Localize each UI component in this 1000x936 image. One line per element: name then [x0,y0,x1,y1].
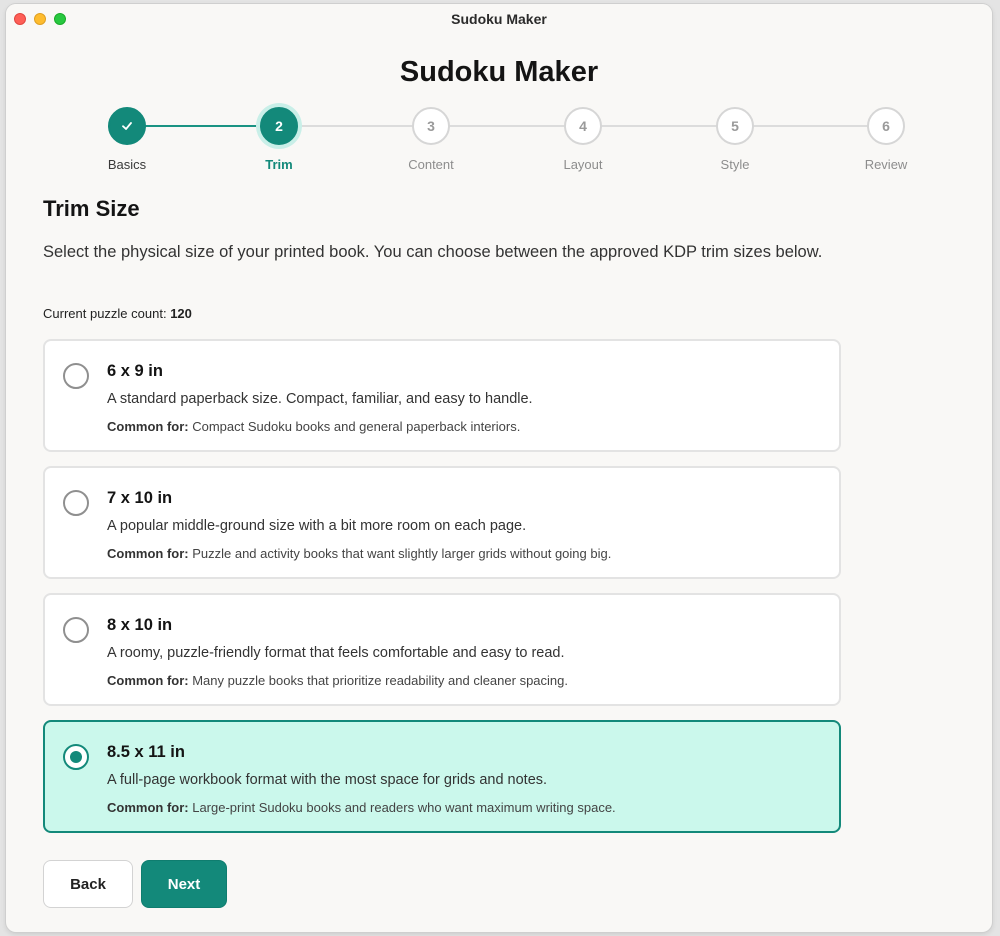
puzzle-count-value: 120 [170,306,192,321]
option-description: A full-page workbook format with the mos… [107,772,548,788]
step-label: Style [720,157,750,172]
common-for-label: Common for: [107,419,189,434]
section-title: Trim Size [43,196,140,221]
step-circle [108,107,146,145]
window-controls [14,13,66,25]
step-layout[interactable]: 4 Layout [533,107,633,172]
trim-option-8-5x11[interactable]: 8.5 x 11 in A full-page workbook format … [43,720,841,833]
common-for-text: Many puzzle books that prioritize readab… [188,673,568,688]
step-review[interactable]: 6 Review [836,107,936,172]
option-title: 8 x 10 in [107,616,173,634]
step-content[interactable]: 3 Content [381,107,481,172]
option-title: 6 x 9 in [107,362,163,380]
option-description: A popular middle-ground size with a bit … [107,518,527,534]
step-circle: 5 [716,107,754,145]
common-for-text: Puzzle and activity books that want slig… [188,546,612,561]
trim-option-6x9[interactable]: 6 x 9 in A standard paperback size. Comp… [43,339,841,452]
option-common-for: Common for: Compact Sudoku books and gen… [107,419,520,434]
step-trim[interactable]: 2 Trim [229,107,329,172]
maximize-window-button[interactable] [54,13,66,25]
step-label: Content [408,157,454,172]
option-title: 7 x 10 in [107,489,173,507]
puzzle-count-label: Current puzzle count: [43,306,171,321]
common-for-label: Common for: [107,673,189,688]
back-button[interactable]: Back [43,860,133,908]
option-title: 8.5 x 11 in [107,743,185,761]
option-common-for: Common for: Puzzle and activity books th… [107,546,611,561]
radio-button[interactable] [63,490,89,516]
app-title: Sudoku Maker [399,56,599,88]
check-icon [122,122,132,130]
option-description: A standard paperback size. Compact, fami… [107,391,533,407]
option-common-for: Common for: Many puzzle books that prior… [107,673,568,688]
app-window: Sudoku Maker Sudoku Maker Basics 2 Trim … [6,4,992,932]
option-common-for: Common for: Large-print Sudoku books and… [107,800,616,815]
step-circle: 6 [867,107,905,145]
window-title: Sudoku Maker [451,11,547,27]
radio-dot [70,751,82,763]
step-basics[interactable]: Basics [77,107,177,172]
step-label: Layout [563,157,603,172]
option-description: A roomy, puzzle-friendly format that fee… [107,645,565,661]
common-for-text: Compact Sudoku books and general paperba… [188,419,521,434]
radio-button[interactable] [63,744,89,770]
radio-button[interactable] [63,617,89,643]
next-button[interactable]: Next [141,860,227,908]
step-style[interactable]: 5 Style [685,107,785,172]
step-label: Trim [265,157,293,172]
trim-option-8x10[interactable]: 8 x 10 in A roomy, puzzle-friendly forma… [43,593,841,706]
step-circle: 3 [412,107,450,145]
close-window-button[interactable] [14,13,26,25]
minimize-window-button[interactable] [34,13,46,25]
common-for-text: Large-print Sudoku books and readers who… [188,800,616,815]
step-label: Review [864,157,908,172]
step-circle: 2 [260,107,298,145]
step-label: Basics [107,157,147,172]
title-bar: Sudoku Maker [6,4,992,34]
radio-button[interactable] [63,363,89,389]
trim-option-7x10[interactable]: 7 x 10 in A popular middle-ground size w… [43,466,841,579]
wizard-stepper: Basics 2 Trim 3 Content 4 Layout 5 Style… [6,107,992,177]
common-for-label: Common for: [107,546,189,561]
puzzle-count: Current puzzle count: 120 [43,306,192,321]
section-description: Select the physical size of your printed… [43,243,823,261]
step-circle: 4 [564,107,602,145]
common-for-label: Common for: [107,800,189,815]
trim-size-options: 6 x 9 in A standard paperback size. Comp… [43,339,841,847]
